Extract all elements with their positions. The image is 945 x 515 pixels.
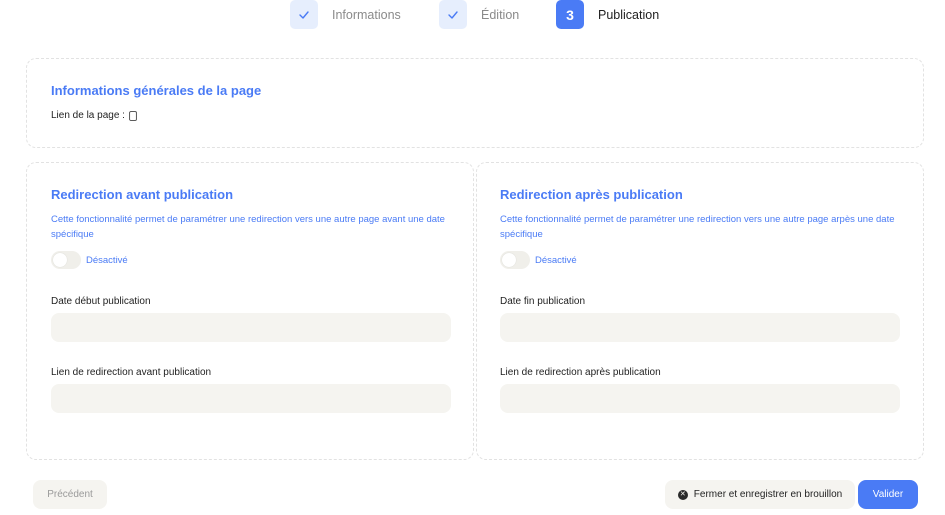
redirect-before-description: Cette fonctionnalité permet de paramétre…: [51, 214, 445, 240]
after-link-label: Lien de redirection après publication: [500, 367, 661, 378]
check-icon: [290, 0, 318, 29]
page-link-row: Lien de la page :: [51, 110, 137, 121]
step-label: Publication: [598, 7, 660, 22]
general-info-card: Informations générales de la page Lien d…: [26, 58, 924, 148]
before-link-input[interactable]: [51, 384, 451, 413]
redirect-before-toggle-label: Désactivé: [86, 255, 128, 266]
end-date-label: Date fin publication: [500, 296, 586, 307]
previous-button[interactable]: Précédent: [33, 480, 107, 509]
redirect-after-title: Redirection après publication: [500, 187, 683, 202]
after-link-input[interactable]: [500, 384, 900, 413]
redirect-after-toggle-label: Désactivé: [535, 255, 577, 266]
start-date-label: Date début publication: [51, 296, 151, 307]
redirect-before-toggle[interactable]: [51, 251, 81, 269]
step-informations[interactable]: Informations: [290, 0, 401, 29]
stepper: Informations Édition 3 Publication: [0, 0, 945, 32]
redirect-after-description: Cette fonctionnalité permet de paramétre…: [500, 214, 895, 240]
step-label: Édition: [481, 7, 520, 22]
redirect-before-card: Redirection avant publication Cette fonc…: [26, 162, 474, 460]
toggle-knob: [53, 253, 67, 267]
step-publication[interactable]: 3 Publication: [556, 0, 659, 29]
step-edition[interactable]: Édition: [439, 0, 519, 29]
validate-button[interactable]: Valider: [858, 480, 918, 509]
page-link-label: Lien de la page :: [51, 110, 125, 121]
redirect-after-card: Redirection après publication Cette fonc…: [476, 162, 924, 460]
start-date-input[interactable]: [51, 313, 451, 342]
step-number: 3: [556, 0, 584, 29]
close-circle-icon: ✕: [677, 489, 688, 500]
close-save-draft-button[interactable]: ✕ Fermer et enregistrer en brouillon: [665, 480, 855, 509]
toggle-knob: [502, 253, 516, 267]
copy-icon[interactable]: [129, 110, 137, 121]
close-save-draft-label: Fermer et enregistrer en brouillon: [693, 489, 843, 500]
redirect-before-title: Redirection avant publication: [51, 187, 234, 202]
before-link-label: Lien de redirection avant publication: [51, 367, 212, 378]
redirect-after-toggle[interactable]: [500, 251, 530, 269]
end-date-input[interactable]: [500, 313, 900, 342]
check-icon: [439, 0, 467, 29]
step-label: Informations: [332, 7, 401, 22]
general-info-title: Informations générales de la page: [51, 83, 262, 98]
